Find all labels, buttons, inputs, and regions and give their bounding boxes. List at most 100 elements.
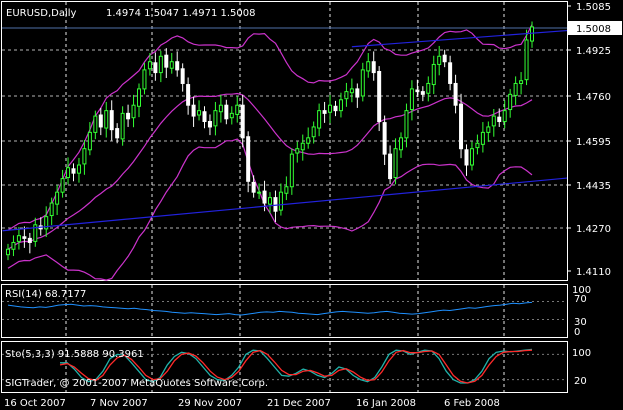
candle-body xyxy=(338,99,343,112)
candle-body xyxy=(530,26,534,42)
candle-body xyxy=(131,104,136,119)
candle-body xyxy=(262,190,267,204)
candle-body xyxy=(289,153,294,188)
candle-body xyxy=(344,91,349,100)
candle-body xyxy=(306,137,311,144)
price-tick: 1.4270 xyxy=(576,224,611,235)
candle-body xyxy=(246,136,251,182)
candle-body xyxy=(197,110,202,116)
candle-body xyxy=(426,82,431,94)
candle-body xyxy=(137,88,141,107)
date-axis: 16 Oct 2007 7 Nov 2007 29 Nov 2007 21 De… xyxy=(4,398,500,409)
candle-body xyxy=(322,110,327,114)
candle-body xyxy=(153,62,158,74)
candle-body xyxy=(16,235,21,242)
price-axis: 1.5085 1.4925 1.4760 1.4595 1.4435 1.427… xyxy=(567,2,611,278)
current-price-label: 1.5008 xyxy=(576,24,611,35)
candle-body xyxy=(175,61,180,71)
candle-body xyxy=(311,126,316,138)
candle-body xyxy=(377,71,382,123)
candle-body xyxy=(164,54,169,68)
candle-body xyxy=(87,131,92,151)
candle-body xyxy=(382,122,387,155)
candle-body xyxy=(415,89,420,93)
rsi-tick: 0 xyxy=(574,327,580,338)
candle-body xyxy=(278,191,283,211)
candle-body xyxy=(300,142,305,151)
candle-body xyxy=(480,131,485,145)
candle-body xyxy=(71,168,76,174)
candle-body xyxy=(393,148,398,179)
candle-body xyxy=(371,61,376,74)
candle-body xyxy=(158,55,163,74)
symbol-label: EURUSD,Daily xyxy=(6,8,77,19)
candle-body xyxy=(98,114,103,128)
candle-body xyxy=(442,54,447,63)
candle-body xyxy=(491,115,496,127)
rsi-label: RSI(14) 68.7177 xyxy=(5,289,86,300)
candle-body xyxy=(355,88,360,98)
candle-body xyxy=(109,110,114,131)
rsi-line xyxy=(2,301,567,320)
rsi-series xyxy=(7,301,533,316)
copyright-label: SIGTrader, @ 2001-2007 MetaQuotes Softwa… xyxy=(5,378,268,389)
candle-body xyxy=(431,63,436,86)
price-tick: 1.4595 xyxy=(576,137,611,148)
candle-body xyxy=(464,149,469,166)
candle-body xyxy=(224,104,229,120)
candle-body xyxy=(273,197,278,212)
candle-body xyxy=(295,148,300,154)
candle-body xyxy=(82,148,87,165)
candle-body xyxy=(76,164,81,174)
candle-body xyxy=(115,128,120,139)
candle-body xyxy=(486,126,491,133)
bollinger-bands xyxy=(7,24,533,281)
candle-body xyxy=(437,55,442,65)
stoch-axis: 100 20 xyxy=(572,348,591,387)
current-price-marker: 1.5008 xyxy=(568,21,622,35)
trendline[interactable] xyxy=(351,29,568,48)
candle-body xyxy=(180,68,185,84)
candle-body xyxy=(126,112,131,120)
candle-body xyxy=(207,121,212,128)
candle-body xyxy=(229,112,234,119)
price-tick: 1.4435 xyxy=(576,181,611,192)
candle-body xyxy=(333,105,338,112)
candle-body xyxy=(240,104,245,139)
ohlc-label: 1.4974 1.5047 1.4971 1.5008 xyxy=(106,8,256,19)
candle-body xyxy=(55,191,60,205)
candle-body xyxy=(257,191,262,194)
metatrader-chart-window[interactable]: EURUSD,Daily 1.4974 1.5047 1.4971 1.5008… xyxy=(0,0,623,410)
price-tick: 1.4925 xyxy=(576,46,611,57)
candle-body xyxy=(169,61,174,69)
candle-body xyxy=(93,115,98,133)
candle-body xyxy=(218,104,223,113)
band-middle xyxy=(7,92,533,250)
candle-body xyxy=(469,148,474,166)
stoch-tick: 20 xyxy=(574,376,587,387)
date-tick: 16 Jan 2008 xyxy=(356,398,416,409)
date-tick: 29 Nov 2007 xyxy=(178,398,242,409)
candle-body xyxy=(104,110,109,129)
candle-body xyxy=(513,82,518,96)
stoch-tick: 100 xyxy=(572,348,591,359)
candle-body xyxy=(213,110,218,127)
price-tick: 1.5085 xyxy=(576,2,611,13)
date-tick: 21 Dec 2007 xyxy=(267,398,331,409)
grid-lines xyxy=(2,2,567,392)
candle-body xyxy=(268,197,272,205)
candle-body xyxy=(328,104,333,113)
rsi-tick: 70 xyxy=(574,294,587,305)
candle-body xyxy=(60,178,65,193)
candle-body xyxy=(349,88,354,94)
chart-canvas[interactable]: EURUSD,Daily 1.4974 1.5047 1.4971 1.5008… xyxy=(0,0,623,410)
candle-body xyxy=(519,80,524,84)
candle-body xyxy=(22,236,27,239)
candle-body xyxy=(251,181,256,193)
candle-body xyxy=(459,103,464,150)
candle-body xyxy=(360,69,365,97)
candle-body xyxy=(202,111,207,123)
candle-body xyxy=(502,110,507,123)
candle-body xyxy=(366,61,371,72)
rsi-axis: 100 70 30 0 xyxy=(572,285,591,338)
